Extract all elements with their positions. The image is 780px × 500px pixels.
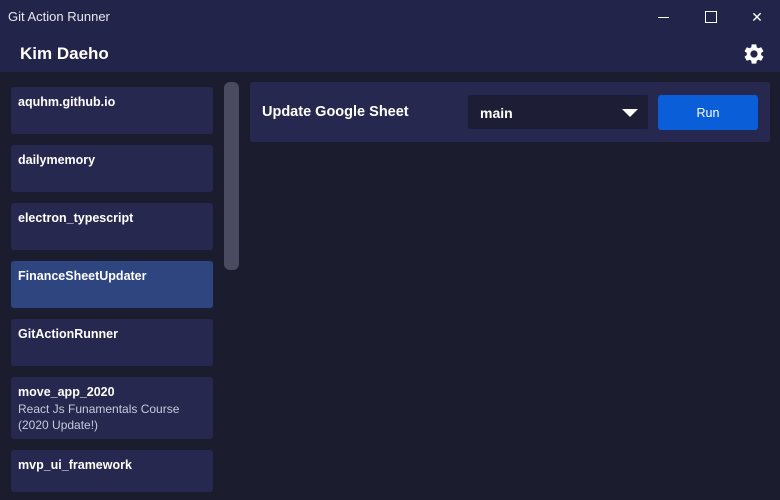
repo-description: React Js Funamentals Course (2020 Update… — [18, 402, 180, 432]
repo-name: mvp_ui_framework — [18, 458, 132, 472]
chevron-down-icon — [622, 109, 638, 117]
sidebar-scrollbar[interactable] — [224, 82, 239, 270]
maximize-icon — [705, 11, 717, 23]
close-icon: ✕ — [751, 8, 763, 25]
repo-list: aquhm.github.io dailymemory electron_typ… — [0, 72, 244, 500]
minimize-icon — [657, 16, 669, 18]
window-title: Git Action Runner — [8, 9, 110, 24]
repo-name: electron_typescript — [18, 211, 134, 225]
repo-name: FinanceSheetUpdater — [18, 269, 147, 283]
repo-item[interactable]: electron_typescript — [11, 203, 213, 250]
app-header: Kim Daeho — [0, 34, 780, 72]
close-button[interactable]: ✕ — [734, 0, 780, 34]
user-name: Kim Daeho — [20, 44, 109, 63]
branch-value: main — [480, 105, 513, 121]
repo-item[interactable]: aquhm.github.io — [11, 87, 213, 134]
repo-item[interactable]: move_app_2020 React Js Funamentals Cours… — [11, 377, 213, 439]
repo-name: GitActionRunner — [18, 327, 118, 341]
repo-item[interactable]: GitActionRunner — [11, 319, 213, 366]
repo-name: move_app_2020 — [18, 385, 115, 399]
gear-icon[interactable] — [742, 42, 766, 66]
repo-name: dailymemory — [18, 153, 96, 167]
minimize-button[interactable] — [640, 0, 686, 34]
repo-item-selected[interactable]: FinanceSheetUpdater — [11, 261, 213, 308]
workflow-name: Update Google Sheet — [262, 104, 409, 120]
workflow-card: Update Google Sheet main Run — [250, 82, 770, 142]
run-button[interactable]: Run — [658, 95, 758, 130]
title-bar: Git Action Runner ✕ — [0, 0, 780, 34]
repo-item[interactable]: mvp_ui_framework — [11, 450, 213, 492]
branch-select[interactable]: main — [468, 95, 648, 129]
repo-name: aquhm.github.io — [18, 95, 116, 109]
maximize-button[interactable] — [688, 0, 734, 34]
repo-item[interactable]: dailymemory — [11, 145, 213, 192]
